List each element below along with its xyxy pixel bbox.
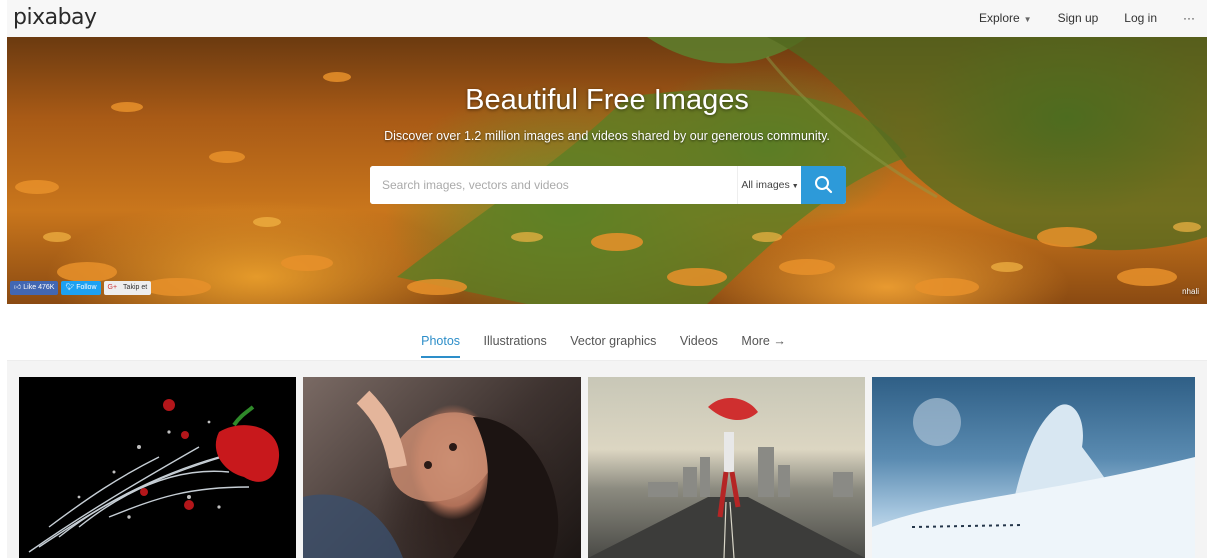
page: pixabay Explore ▼ Sign up Log in ··· Bea… xyxy=(0,0,1207,558)
gallery-image-pepper-splash[interactable] xyxy=(19,377,296,558)
media-type-label: All images xyxy=(741,179,790,191)
more-menu-button[interactable]: ··· xyxy=(1183,11,1195,25)
thumbs-up-icon: 👍︎ xyxy=(14,284,22,291)
ice-giant-image xyxy=(872,398,1195,558)
chevron-down-icon: ▼ xyxy=(1023,15,1032,24)
tab-photos[interactable]: Photos xyxy=(421,334,461,358)
tab-videos[interactable]: Videos xyxy=(680,334,718,356)
hero-subtitle: Discover over 1.2 million images and vid… xyxy=(384,129,830,143)
explore-menu[interactable]: Explore ▼ xyxy=(979,11,1032,25)
woman-portrait-image xyxy=(303,390,559,558)
gplus-label: G+ xyxy=(107,284,118,291)
hero-title: Beautiful Free Images xyxy=(465,84,749,116)
pepper-splash-image xyxy=(28,399,280,553)
signup-link[interactable]: Sign up xyxy=(1058,11,1099,25)
social-buttons: 👍︎ Like 476K 🐦︎ Follow G+ Takip et xyxy=(10,281,152,295)
search-bar: All images▼ xyxy=(370,166,846,204)
like-label: Like 476K xyxy=(23,284,55,291)
login-link[interactable]: Log in xyxy=(1124,11,1157,25)
explore-label: Explore xyxy=(978,11,1020,25)
tab-illustrations[interactable]: Illustrations xyxy=(484,334,547,356)
media-tabs: Photos Illustrations Vector graphics Vid… xyxy=(0,334,1207,358)
pixabay-logo[interactable]: pixabay xyxy=(13,5,97,30)
media-type-select[interactable]: All images ▼ xyxy=(737,166,802,204)
google-plus-button[interactable]: G+ Takip et xyxy=(103,281,152,295)
hero-banner: Beautiful Free Images Discover over 1.2 … xyxy=(7,37,1207,304)
dancer-road-image xyxy=(588,397,865,558)
header-nav: Explore ▼ Sign up Log in ··· xyxy=(953,11,1195,25)
search-button[interactable] xyxy=(801,166,846,204)
takip-label: Takip et xyxy=(123,284,148,291)
tab-vector-graphics[interactable]: Vector graphics xyxy=(570,334,656,356)
gallery-image-ice-giant[interactable] xyxy=(872,377,1195,558)
gallery-image-dancer-road[interactable] xyxy=(588,377,865,558)
top-navigation-bar: pixabay Explore ▼ Sign up Log in ··· xyxy=(7,0,1207,37)
search-icon xyxy=(815,176,833,194)
gallery-image-woman-portrait[interactable] xyxy=(303,377,581,558)
facebook-like-button[interactable]: 👍︎ Like 476K xyxy=(10,281,59,295)
tab-more[interactable]: More → xyxy=(741,334,785,356)
twitter-follow-button[interactable]: 🐦︎ Follow xyxy=(61,281,101,295)
twitter-bird-icon: 🐦︎ xyxy=(65,284,75,291)
follow-label: Follow xyxy=(76,284,97,291)
search-input[interactable] xyxy=(370,166,737,204)
chevron-down-icon: ▼ xyxy=(791,183,799,190)
photo-credit[interactable]: nhali xyxy=(1182,287,1199,296)
